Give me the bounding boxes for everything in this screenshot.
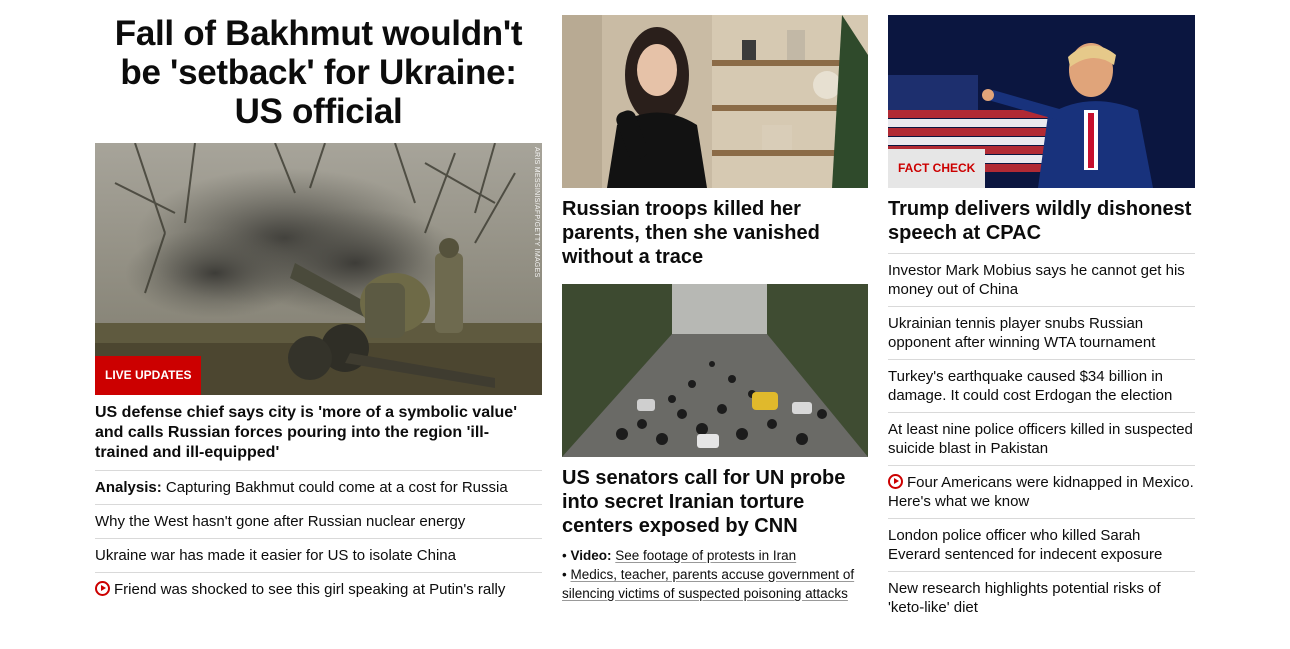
lead-related-links: Analysis: Capturing Bakhmut could come a… bbox=[95, 470, 542, 606]
story2-title[interactable]: US senators call for UN probe into secre… bbox=[562, 466, 868, 538]
street-protest-image bbox=[562, 284, 868, 457]
story1-image[interactable] bbox=[562, 15, 868, 188]
link-text: Ukraine war has made it easier for US to… bbox=[95, 547, 456, 564]
link-text: Turkey's earthquake caused $34 billion i… bbox=[888, 368, 1173, 404]
sub-link-video[interactable]: • Video: See footage of protests in Iran bbox=[562, 546, 868, 565]
list-item[interactable]: New research highlights potential risks … bbox=[888, 571, 1195, 624]
lead-description[interactable]: US defense chief says city is 'more of a… bbox=[95, 403, 542, 463]
link-text: Four Americans were kidnapped in Mexico.… bbox=[888, 474, 1194, 510]
sub-link-medics[interactable]: • Medics, teacher, parents accuse govern… bbox=[562, 565, 868, 603]
link-text: New research highlights potential risks … bbox=[888, 580, 1161, 616]
list-item[interactable]: London police officer who killed Sarah E… bbox=[888, 518, 1195, 571]
analysis-label: Analysis: bbox=[95, 479, 162, 496]
middle-column: Russian troops killed her parents, then … bbox=[562, 0, 868, 603]
play-icon bbox=[888, 474, 903, 489]
story2-image[interactable] bbox=[562, 284, 868, 457]
link-text: Investor Mark Mobius says he cannot get … bbox=[888, 262, 1185, 298]
bullet: • bbox=[562, 548, 567, 563]
link-text: See footage of protests in Iran bbox=[615, 548, 797, 563]
story3-title[interactable]: Trump delivers wildly dishonest speech a… bbox=[888, 197, 1195, 245]
link-text: Medics, teacher, parents accuse governme… bbox=[562, 567, 855, 601]
list-item[interactable]: Investor Mark Mobius says he cannot get … bbox=[888, 253, 1195, 306]
image-credit: ARIS MESSINIS/AFP/GETTY IMAGES bbox=[533, 147, 540, 278]
fact-check-badge: FACT CHECK bbox=[888, 149, 986, 188]
link-text: Why the West hasn't gone after Russian n… bbox=[95, 513, 466, 530]
list-item[interactable]: Friend was shocked to see this girl spea… bbox=[95, 572, 542, 606]
story2-related-links: • Video: See footage of protests in Iran… bbox=[562, 546, 868, 603]
play-icon bbox=[95, 581, 110, 596]
lead-headline[interactable]: Fall of Bakhmut wouldn't be 'setback' fo… bbox=[95, 14, 542, 131]
link-text: Capturing Bakhmut could come at a cost f… bbox=[165, 479, 508, 496]
live-updates-badge: LIVE UPDATES bbox=[95, 356, 202, 395]
story3-image[interactable]: FACT CHECK bbox=[888, 15, 1195, 188]
link-text: Friend was shocked to see this girl spea… bbox=[114, 581, 506, 598]
link-text: Ukrainian tennis player snubs Russian op… bbox=[888, 315, 1156, 351]
list-item[interactable]: At least nine police officers killed in … bbox=[888, 412, 1195, 465]
story1-title[interactable]: Russian troops killed her parents, then … bbox=[562, 197, 868, 269]
lead-story-image[interactable]: ARIS MESSINIS/AFP/GETTY IMAGES LIVE UPDA… bbox=[95, 143, 542, 395]
video-label: Video: bbox=[570, 548, 612, 563]
link-text: At least nine police officers killed in … bbox=[888, 421, 1193, 457]
link-text: London police officer who killed Sarah E… bbox=[888, 527, 1163, 563]
list-item[interactable]: Ukraine war has made it easier for US to… bbox=[95, 538, 542, 572]
list-item[interactable]: Ukrainian tennis player snubs Russian op… bbox=[888, 306, 1195, 359]
right-column: FACT CHECK Trump delivers wildly dishone… bbox=[888, 0, 1195, 624]
bullet: • bbox=[562, 567, 567, 582]
list-item[interactable]: Analysis: Capturing Bakhmut could come a… bbox=[95, 470, 542, 504]
list-item[interactable]: Four Americans were kidnapped in Mexico.… bbox=[888, 465, 1195, 518]
list-item[interactable]: Why the West hasn't gone after Russian n… bbox=[95, 504, 542, 538]
right-headlines-list: Investor Mark Mobius says he cannot get … bbox=[888, 253, 1195, 624]
portrait-woman-image bbox=[562, 15, 868, 188]
lead-story-column: Fall of Bakhmut wouldn't be 'setback' fo… bbox=[95, 0, 542, 606]
list-item[interactable]: Turkey's earthquake caused $34 billion i… bbox=[888, 359, 1195, 412]
